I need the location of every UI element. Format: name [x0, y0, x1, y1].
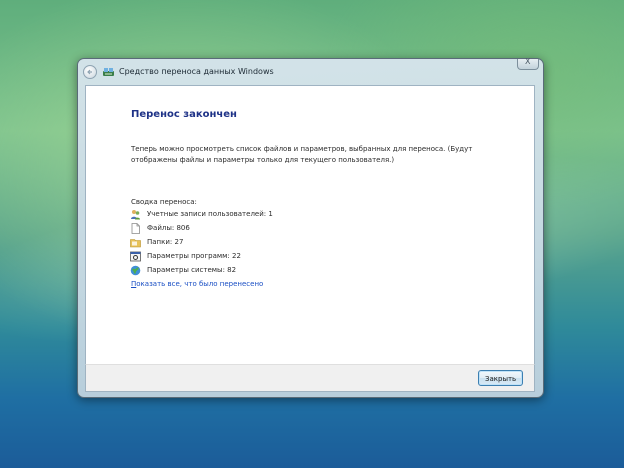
link-text: оказать все, что было перенесено	[136, 280, 264, 288]
footer-bar: Закрыть	[85, 364, 535, 392]
transfer-app-icon	[103, 68, 114, 76]
close-button[interactable]: Закрыть	[478, 370, 523, 386]
back-arrow-icon	[87, 69, 92, 75]
globe-icon	[130, 265, 141, 276]
summary-item-label: Параметры программ: 22	[147, 252, 241, 260]
back-button[interactable]	[83, 65, 97, 79]
window-title: Средство переноса данных Windows	[119, 67, 274, 76]
folder-icon	[130, 239, 141, 248]
program-settings-icon	[130, 251, 141, 262]
page-title: Перенос закончен	[131, 109, 237, 120]
show-transferred-link[interactable]: Показать все, что было перенесено	[131, 280, 263, 288]
summary-item-label: Параметры системы: 82	[147, 266, 237, 274]
close-icon: X	[525, 57, 531, 66]
summary-item-label: Файлы: 806	[147, 224, 190, 232]
summary-label: Сводка переноса:	[131, 198, 197, 206]
summary-item-label: Учетные записи пользователей: 1	[147, 210, 273, 218]
summary-item-label: Папки: 27	[147, 238, 184, 246]
content-area: Перенос закончен Теперь можно просмотрет…	[85, 85, 535, 365]
file-icon	[131, 223, 140, 234]
wizard-window: Средство переноса данных Windows X Перен…	[77, 57, 544, 398]
title-bar: Средство переноса данных Windows X	[78, 57, 543, 86]
description-text: Теперь можно просмотреть список файлов и…	[131, 145, 473, 164]
window-close-button[interactable]: X	[517, 57, 539, 70]
users-icon	[131, 210, 140, 220]
